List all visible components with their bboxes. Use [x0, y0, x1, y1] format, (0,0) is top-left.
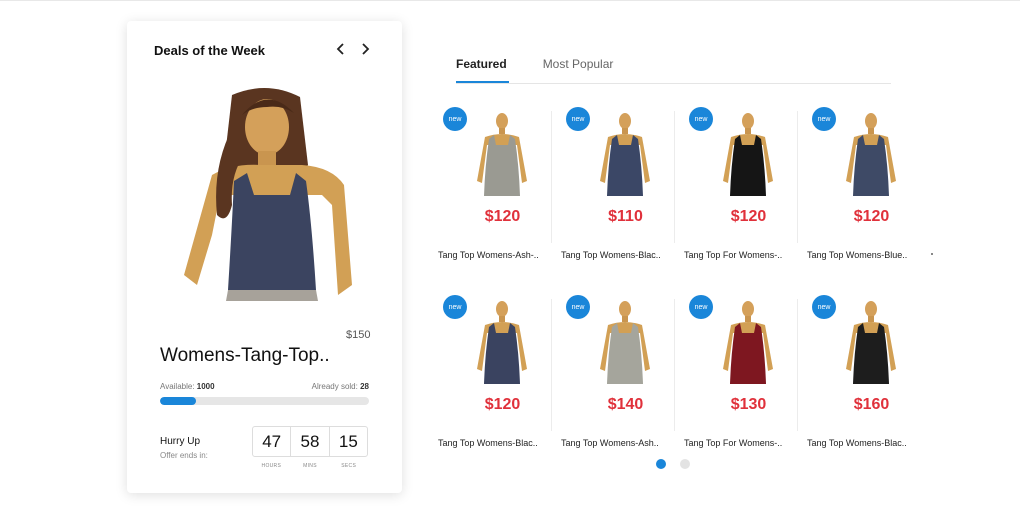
countdown-timer: 47 58 15: [252, 426, 368, 457]
product-card[interactable]: new $140 Tang Top Womens-Ash..: [561, 295, 687, 467]
product-image[interactable]: [590, 299, 660, 384]
tab-most-popular[interactable]: Most Popular: [543, 57, 614, 71]
product-card[interactable]: new $120 Tang Top Womens-Blac..: [438, 295, 564, 467]
sold-progress-bar: [160, 397, 369, 405]
timer-hours: 47: [262, 431, 282, 451]
product-name[interactable]: Tang Top Womens-Blac..: [561, 250, 677, 260]
sold-info: Already sold: 28: [312, 382, 369, 391]
product-tabs: Featured Most Popular: [456, 57, 613, 71]
sold-value: 28: [360, 382, 369, 391]
product-price: $110: [608, 208, 643, 225]
chevron-left-icon: [336, 43, 344, 55]
product-price: $140: [607, 396, 644, 413]
tab-featured[interactable]: Featured: [456, 57, 507, 71]
decorative-dot: [931, 253, 933, 255]
product-image[interactable]: [713, 299, 783, 384]
product-image[interactable]: [467, 299, 537, 384]
product-name[interactable]: Tang Top Womens-Ash..: [561, 438, 677, 448]
sold-label: Already sold:: [311, 382, 358, 391]
product-divider: [551, 299, 552, 431]
product-image[interactable]: [836, 299, 906, 384]
chevron-right-icon: [362, 43, 370, 55]
new-badge: new: [566, 295, 590, 319]
new-badge: new: [812, 295, 836, 319]
product-price: $120: [730, 208, 767, 225]
product-price: $120: [853, 208, 890, 225]
available-value: 1000: [196, 382, 215, 391]
deal-product-image[interactable]: [172, 85, 362, 305]
new-badge: new: [443, 295, 467, 319]
deal-section-title: Deals of the Week: [154, 43, 266, 58]
new-badge: new: [443, 107, 467, 131]
pagination-dot-1[interactable]: [656, 459, 666, 469]
timer-secs: 15: [328, 427, 367, 456]
product-image[interactable]: [590, 111, 660, 196]
product-name[interactable]: Tang Top For Womens-..: [684, 250, 800, 260]
product-divider: [797, 111, 798, 243]
new-badge: new: [689, 107, 713, 131]
product-price: $120: [484, 208, 521, 225]
product-name[interactable]: Tang Top For Womens-..: [684, 438, 800, 448]
product-card[interactable]: new $160 Tang Top Womens-Blac..: [807, 295, 933, 467]
stock-info: Available: 1000 Already sold: 28: [160, 382, 369, 391]
product-card[interactable]: new $120 Tang Top For Womens-..: [684, 107, 810, 279]
offer-ends-label: Offer ends in:: [160, 451, 208, 460]
product-card[interactable]: new $110 Tang Top Womens-Blac..: [561, 107, 687, 279]
new-badge: new: [689, 295, 713, 319]
product-name[interactable]: Tang Top Womens-Blue..: [807, 250, 923, 260]
product-name[interactable]: Tang Top Womens-Blac..: [807, 438, 923, 448]
deals-of-the-week-card: Deals of the Week $150 Womens-Tang-Top..…: [127, 21, 402, 493]
new-badge: new: [566, 107, 590, 131]
pagination-dot-2[interactable]: [680, 459, 690, 469]
top-divider: [0, 0, 1020, 1]
product-card[interactable]: new $120 Tang Top Womens-Blue..: [807, 107, 933, 279]
secs-label: SECS: [341, 463, 357, 469]
product-card[interactable]: new $130 Tang Top For Womens-..: [684, 295, 810, 467]
previous-deal-button[interactable]: [331, 39, 351, 59]
sold-progress-fill: [160, 397, 196, 405]
tabs-divider: [456, 83, 891, 84]
hours-label: HOURS: [261, 463, 282, 469]
product-image[interactable]: [467, 111, 537, 196]
product-divider: [674, 111, 675, 243]
available-label: Available:: [160, 382, 195, 391]
deal-price: $150: [346, 329, 371, 341]
next-deal-button[interactable]: [355, 39, 375, 59]
product-name[interactable]: Tang Top Womens-Ash-..: [438, 250, 554, 260]
product-image[interactable]: [713, 111, 783, 196]
hurry-up-label: Hurry Up: [160, 436, 201, 447]
product-divider: [797, 299, 798, 431]
product-price: $160: [853, 396, 890, 413]
timer-labels: HOURS MINS SECS: [252, 463, 368, 469]
product-price: $130: [730, 396, 767, 413]
product-image[interactable]: [836, 111, 906, 196]
mins-label: MINS: [303, 463, 317, 469]
available-info: Available: 1000: [160, 382, 215, 391]
new-badge: new: [812, 107, 836, 131]
timer-mins: 58: [290, 427, 328, 456]
product-price: $120: [484, 396, 521, 413]
deal-product-name[interactable]: Womens-Tang-Top..: [160, 345, 330, 367]
product-divider: [674, 299, 675, 431]
carousel-pagination: [656, 459, 690, 469]
product-name[interactable]: Tang Top Womens-Blac..: [438, 438, 554, 448]
product-card[interactable]: new $120 Tang Top Womens-Ash-..: [438, 107, 564, 279]
product-divider: [551, 111, 552, 243]
